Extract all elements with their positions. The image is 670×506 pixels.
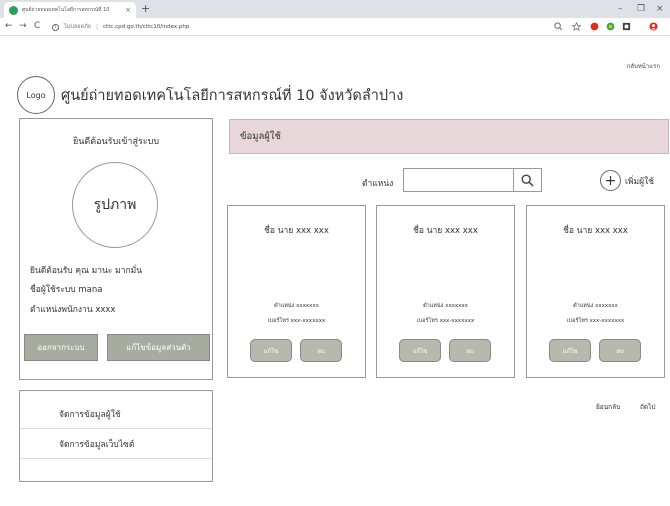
extension-icon[interactable] <box>622 22 631 31</box>
side-menu: จัดการข้อมูลผู้ใช้ จัดการข้อมูลเว็บไซต์ <box>19 390 213 482</box>
url-text[interactable]: cttc.cpd.go.th/cttc10/index.php <box>103 24 189 30</box>
menu-item-manage-users[interactable]: จัดการข้อมูลผู้ใช้ <box>20 399 212 429</box>
home-link[interactable]: กลับหน้าแรก <box>627 61 660 71</box>
user-card: ชื่อ นาย xxx xxx ตำแหน่ง xxxxxxx เบอร์โท… <box>227 205 366 378</box>
section-header: ข้อมูลผู้ใช้ <box>229 119 669 154</box>
edit-profile-button[interactable]: แก้ไขข้อมูลส่วนตัว <box>107 334 210 361</box>
address-bar-row: ← → C i ไม่ปลอดภัย | cttc.cpd.go.th/cttc… <box>0 18 670 36</box>
pager-next-link[interactable]: ถัดไป <box>640 402 656 412</box>
new-tab-button[interactable]: + <box>141 2 150 16</box>
edit-button[interactable]: แก้ไข <box>549 339 591 362</box>
profile-icon[interactable] <box>649 22 658 31</box>
delete-button[interactable]: ลบ <box>300 339 342 362</box>
position-text: ตำแหน่งพนักงาน xxxx <box>30 305 116 315</box>
photo-label: รูปภาพ <box>93 197 137 213</box>
site-title: ศูนย์ถ่ายทอดเทคโนโลยีการสหกรณ์ที่ 10 จัง… <box>61 88 404 104</box>
user-phone: เบอร์โทร xxx-xxxxxxx <box>267 318 326 324</box>
forward-button[interactable]: → <box>19 21 27 32</box>
extension-icon[interactable] <box>606 22 615 31</box>
back-button[interactable]: ← <box>5 21 13 32</box>
add-user-label: เพิ่มผู้ใช้ <box>625 176 655 187</box>
profile-photo: รูปภาพ <box>72 162 158 248</box>
user-phone: เบอร์โทร xxx-xxxxxxx <box>416 318 475 324</box>
section-title: ข้อมูลผู้ใช้ <box>240 131 281 142</box>
user-phone: เบอร์โทร xxx-xxxxxxx <box>566 318 625 324</box>
position-filter-label: ตำแหน่ง <box>362 179 394 189</box>
extension-icon[interactable] <box>590 22 599 31</box>
tab-close-icon[interactable]: × <box>125 6 131 14</box>
search-input[interactable] <box>403 168 513 192</box>
login-title: ยินดีต้อนรับเข้าสู่ระบบ <box>72 137 160 147</box>
logo-text: Logo <box>26 90 46 100</box>
star-icon[interactable] <box>572 22 581 31</box>
address-bar[interactable]: i ไม่ปลอดภัย | cttc.cpd.go.th/cttc10/ind… <box>52 20 492 34</box>
edit-button[interactable]: แก้ไข <box>250 339 292 362</box>
edit-button[interactable]: แก้ไข <box>399 339 441 362</box>
browser-tab-strip: ศูนย์ถ่ายทอดเทคโนโลยีการสหกรณ์ที่ 10 × +… <box>0 0 670 18</box>
username-text: ชื่อผู้ใช้ระบบ mana <box>30 285 103 295</box>
user-position: ตำแหน่ง xxxxxxx <box>573 303 618 309</box>
user-name: ชื่อ นาย xxx xxx <box>563 226 628 236</box>
user-card: ชื่อ นาย xxx xxx ตำแหน่ง xxxxxxx เบอร์โท… <box>526 205 665 378</box>
delete-button[interactable]: ลบ <box>449 339 491 362</box>
info-icon[interactable]: i <box>52 23 59 31</box>
user-position: ตำแหน่ง xxxxxxx <box>423 303 468 309</box>
restore-button[interactable]: ❐ <box>637 2 645 16</box>
welcome-text: ยินดีต้อนรับ คุณ มานะ มากมั่น <box>30 266 143 276</box>
site-logo[interactable]: Logo <box>17 76 55 114</box>
window-close-button[interactable]: × <box>656 2 664 16</box>
url-separator: | <box>95 23 99 31</box>
security-label: ไม่ปลอดภัย <box>64 24 91 30</box>
menu-item-label: จัดการข้อมูลเว็บไซต์ <box>59 439 135 450</box>
search-icon[interactable] <box>554 22 563 31</box>
pager-back-link[interactable]: ย้อนกลับ <box>596 402 620 412</box>
user-name: ชื่อ นาย xxx xxx <box>413 226 478 236</box>
favicon-icon <box>9 5 18 15</box>
menu-item-manage-website[interactable]: จัดการข้อมูลเว็บไซต์ <box>20 429 212 459</box>
minimize-button[interactable]: – <box>618 2 623 16</box>
login-panel: ยินดีต้อนรับเข้าสู่ระบบ รูปภาพ ยินดีต้อน… <box>19 118 213 380</box>
browser-tab[interactable]: ศูนย์ถ่ายทอดเทคโนโลยีการสหกรณ์ที่ 10 × <box>4 2 136 18</box>
user-name: ชื่อ นาย xxx xxx <box>264 226 329 236</box>
browser-tab-title: ศูนย์ถ่ายทอดเทคโนโลยีการสหกรณ์ที่ 10 <box>22 7 110 13</box>
delete-button[interactable]: ลบ <box>599 339 641 362</box>
add-user-button[interactable]: + เพิ่มผู้ใช้ <box>600 170 654 191</box>
user-card: ชื่อ นาย xxx xxx ตำแหน่ง xxxxxxx เบอร์โท… <box>376 205 515 378</box>
reload-button[interactable]: C <box>34 21 40 32</box>
search-icon <box>521 174 534 187</box>
logout-button[interactable]: ออกจากระบบ <box>24 334 98 361</box>
search-button[interactable] <box>513 168 542 192</box>
menu-item-label: จัดการข้อมูลผู้ใช้ <box>59 409 121 420</box>
user-position: ตำแหน่ง xxxxxxx <box>274 303 319 309</box>
search-box <box>403 168 542 192</box>
plus-icon: + <box>600 170 621 191</box>
